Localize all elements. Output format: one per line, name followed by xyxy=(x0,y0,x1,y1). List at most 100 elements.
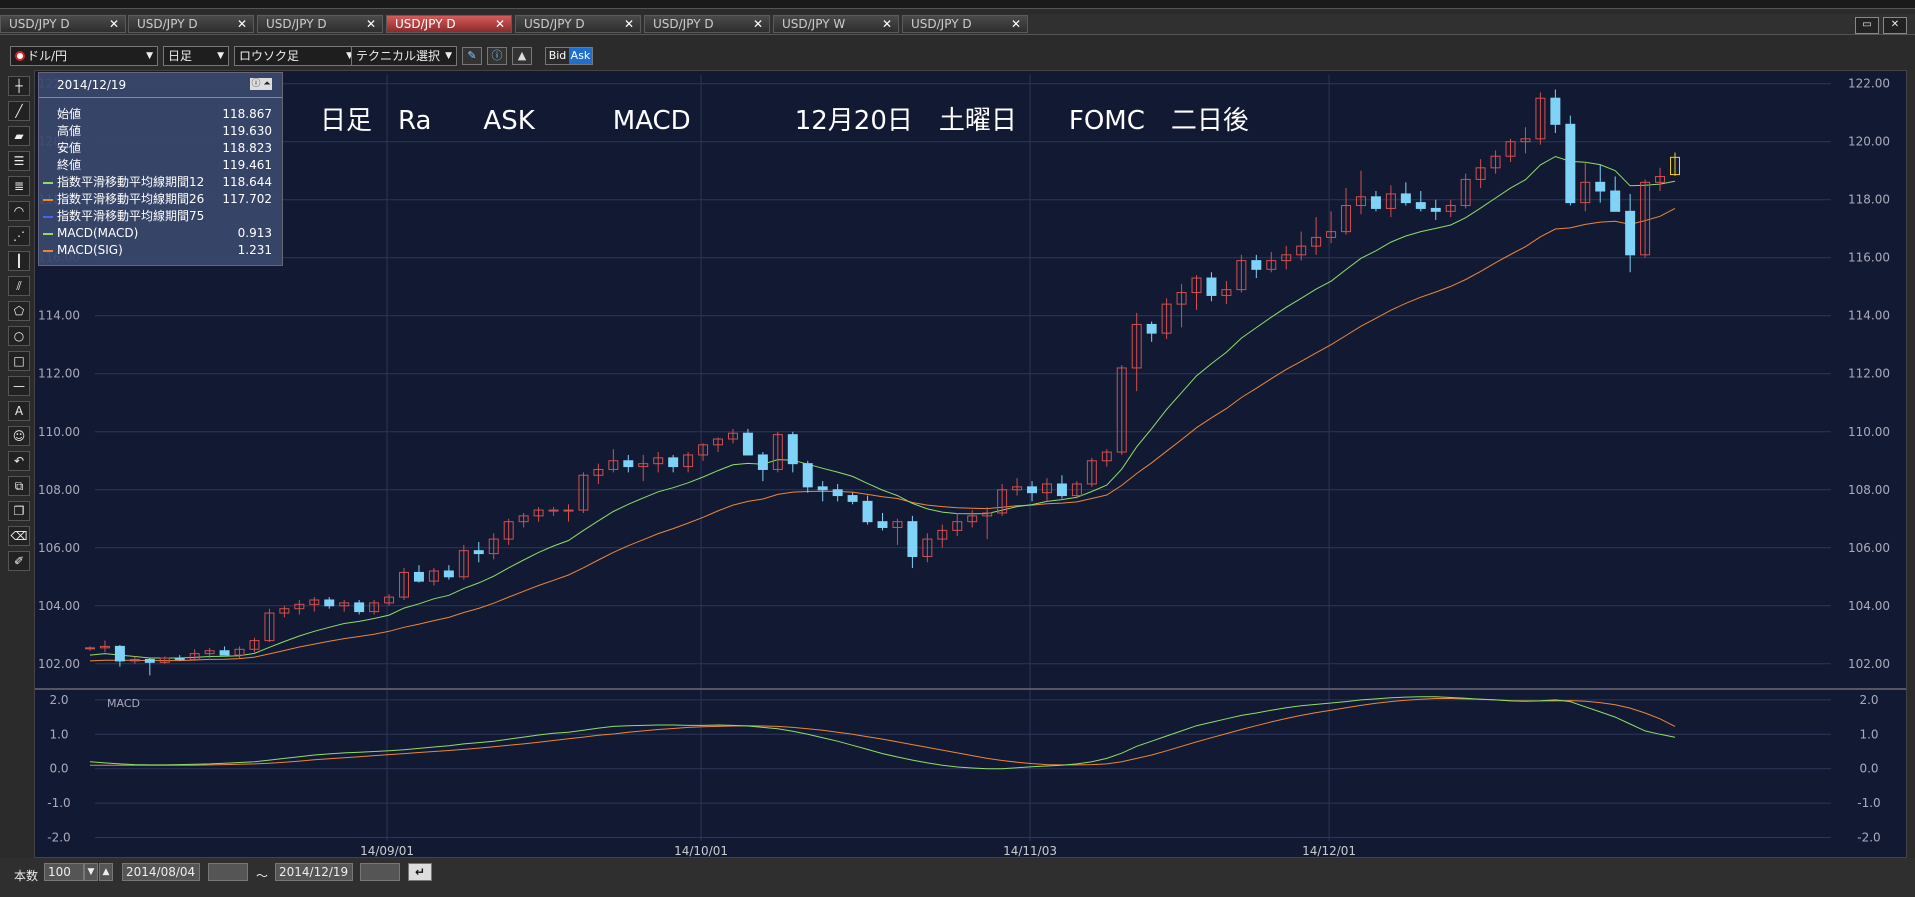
macd-tick-label-left: -2.0 xyxy=(47,831,70,845)
close-icon[interactable]: ✕ xyxy=(624,16,634,32)
count-up-icon[interactable]: ▲ xyxy=(99,863,113,881)
tab-2[interactable]: USD/JPY D ✕ xyxy=(257,15,383,33)
info-row: 始値 118.867 xyxy=(39,106,282,123)
ask-button[interactable]: Ask xyxy=(569,48,592,64)
ruler-icon[interactable]: ▰ xyxy=(8,126,30,146)
candle-body xyxy=(847,495,858,502)
y-tick-label: 114.00 xyxy=(1848,309,1890,323)
y-tick-label-left: 112.00 xyxy=(38,367,80,381)
smiley-icon[interactable]: ☺ xyxy=(8,426,30,446)
pentagon-icon[interactable]: ⬠ xyxy=(8,301,30,321)
candle-body xyxy=(757,454,768,470)
chevron-down-icon: ▼ xyxy=(146,51,153,61)
y-tick-label-left: 104.00 xyxy=(38,599,80,613)
apply-return-icon[interactable]: ↵ xyxy=(408,863,432,881)
end-extra-field[interactable] xyxy=(360,863,400,881)
chevron-down-icon: ▼ xyxy=(217,51,224,61)
undo-icon[interactable]: ↶ xyxy=(8,451,30,471)
candle-body xyxy=(1056,483,1067,497)
chart-area[interactable]: 122.00122.00120.00120.00118.00118.00116.… xyxy=(34,70,1907,858)
count-input[interactable]: 100 xyxy=(44,863,84,881)
info-icon[interactable]: ⓘ xyxy=(487,47,507,65)
y-tick-label: 120.00 xyxy=(1848,135,1890,149)
circle-icon[interactable]: ○ xyxy=(8,326,30,346)
hlines-icon[interactable]: ☰ xyxy=(8,151,30,171)
y-tick-label: 122.00 xyxy=(1848,77,1890,91)
macd-tick-label-left: -1.0 xyxy=(47,796,70,810)
candle-body xyxy=(787,434,798,465)
candle-body xyxy=(907,521,918,557)
macd-pane-label: MACD xyxy=(107,697,140,710)
end-date-input[interactable]: 2014/12/19 xyxy=(275,863,353,881)
period-select[interactable]: 日足 ▼ xyxy=(163,46,229,66)
y-tick-label: 112.00 xyxy=(1848,367,1890,381)
pair-label: ドル/円 xyxy=(27,49,68,63)
info-toggle-icon[interactable]: ⓘ ⏶ xyxy=(250,78,272,90)
tab-4[interactable]: USD/JPY D ✕ xyxy=(515,15,641,33)
eraser-icon[interactable]: ⌫ xyxy=(8,526,30,546)
info-date: 2014/12/19 xyxy=(39,73,282,98)
tab-6[interactable]: USD/JPY W ✕ xyxy=(773,15,899,33)
chart-style-select[interactable]: ロウソク足 ▼ xyxy=(234,46,358,66)
tab-label: USD/JPY D xyxy=(653,17,714,31)
info-label: 終値 xyxy=(57,158,82,172)
start-date-input[interactable]: 2014/08/04 xyxy=(122,863,200,881)
candle-body xyxy=(802,463,813,488)
bid-button[interactable]: Bid xyxy=(546,48,569,64)
info-label: 安値 xyxy=(57,141,82,155)
price-chart[interactable]: 122.00122.00120.00120.00118.00118.00116.… xyxy=(35,71,1906,857)
tab-7[interactable]: USD/JPY D ✕ xyxy=(902,15,1028,33)
bid-ask-toggle[interactable]: Bid Ask xyxy=(545,47,593,65)
close-icon[interactable]: ✕ xyxy=(109,16,119,32)
crosshair-icon[interactable]: ┼ xyxy=(8,76,30,96)
tab-label: USD/JPY D xyxy=(911,17,972,31)
close-window-icon[interactable]: ✕ xyxy=(1883,17,1907,34)
tab-label: USD/JPY D xyxy=(395,17,456,31)
series-swatch xyxy=(43,199,53,201)
tab-5[interactable]: USD/JPY D ✕ xyxy=(644,15,770,33)
close-icon[interactable]: ✕ xyxy=(366,16,376,32)
candle-body xyxy=(1550,97,1561,125)
candle-body xyxy=(219,650,230,656)
arc-icon[interactable]: ◠ xyxy=(8,201,30,221)
tab-3-active[interactable]: USD/JPY D ✕ xyxy=(386,15,512,33)
y-tick-label-left: 106.00 xyxy=(38,541,80,555)
count-down-icon[interactable]: ▼ xyxy=(84,863,98,881)
eraser-all-icon[interactable]: ✐ xyxy=(8,551,30,571)
vlines-icon[interactable]: ┃ xyxy=(8,251,30,271)
close-icon[interactable]: ✕ xyxy=(495,16,505,32)
trendline-icon[interactable]: ╱ xyxy=(8,101,30,121)
candle-body xyxy=(1027,486,1038,494)
fibonacci-icon[interactable]: ≣ xyxy=(8,176,30,196)
info-value: 118.644 xyxy=(222,175,272,189)
close-icon[interactable]: ✕ xyxy=(882,16,892,32)
currency-pair-select[interactable]: ドル/円 ▼ xyxy=(10,46,158,66)
pen-icon[interactable]: ✎ xyxy=(462,47,482,65)
top-strip xyxy=(0,0,1915,9)
restore-icon[interactable]: ▭ xyxy=(1855,17,1879,34)
copy-icon[interactable]: ⧉ xyxy=(8,476,30,496)
candle-body xyxy=(877,521,888,528)
close-icon[interactable]: ✕ xyxy=(237,16,247,32)
channel-icon[interactable]: ⫽ xyxy=(8,276,30,296)
layers-icon[interactable]: ❐ xyxy=(8,501,30,521)
candle-body xyxy=(1370,196,1381,209)
ema26-line xyxy=(89,207,1676,662)
technical-select[interactable]: テクニカル選択 ▼ xyxy=(351,46,457,66)
tab-0[interactable]: USD/JPY D ✕ xyxy=(0,15,126,33)
info-value: 119.630 xyxy=(222,124,272,138)
fan-icon[interactable]: ⋰ xyxy=(8,226,30,246)
info-label: MACD(MACD) xyxy=(57,226,139,240)
rectangle-icon[interactable]: □ xyxy=(8,351,30,371)
area-chart-icon[interactable]: ▲ xyxy=(512,47,532,65)
info-row: MACD(MACD) 0.913 xyxy=(39,225,282,242)
text-icon[interactable]: A xyxy=(8,401,30,421)
y-tick-label-left: 102.00 xyxy=(38,657,80,671)
candle-body xyxy=(1565,123,1576,204)
tab-1[interactable]: USD/JPY D ✕ xyxy=(128,15,254,33)
y-tick-label-left: 110.00 xyxy=(38,425,80,439)
close-icon[interactable]: ✕ xyxy=(753,16,763,32)
start-extra-field[interactable] xyxy=(208,863,248,881)
close-icon[interactable]: ✕ xyxy=(1011,16,1021,32)
hline-icon[interactable]: — xyxy=(8,376,30,396)
